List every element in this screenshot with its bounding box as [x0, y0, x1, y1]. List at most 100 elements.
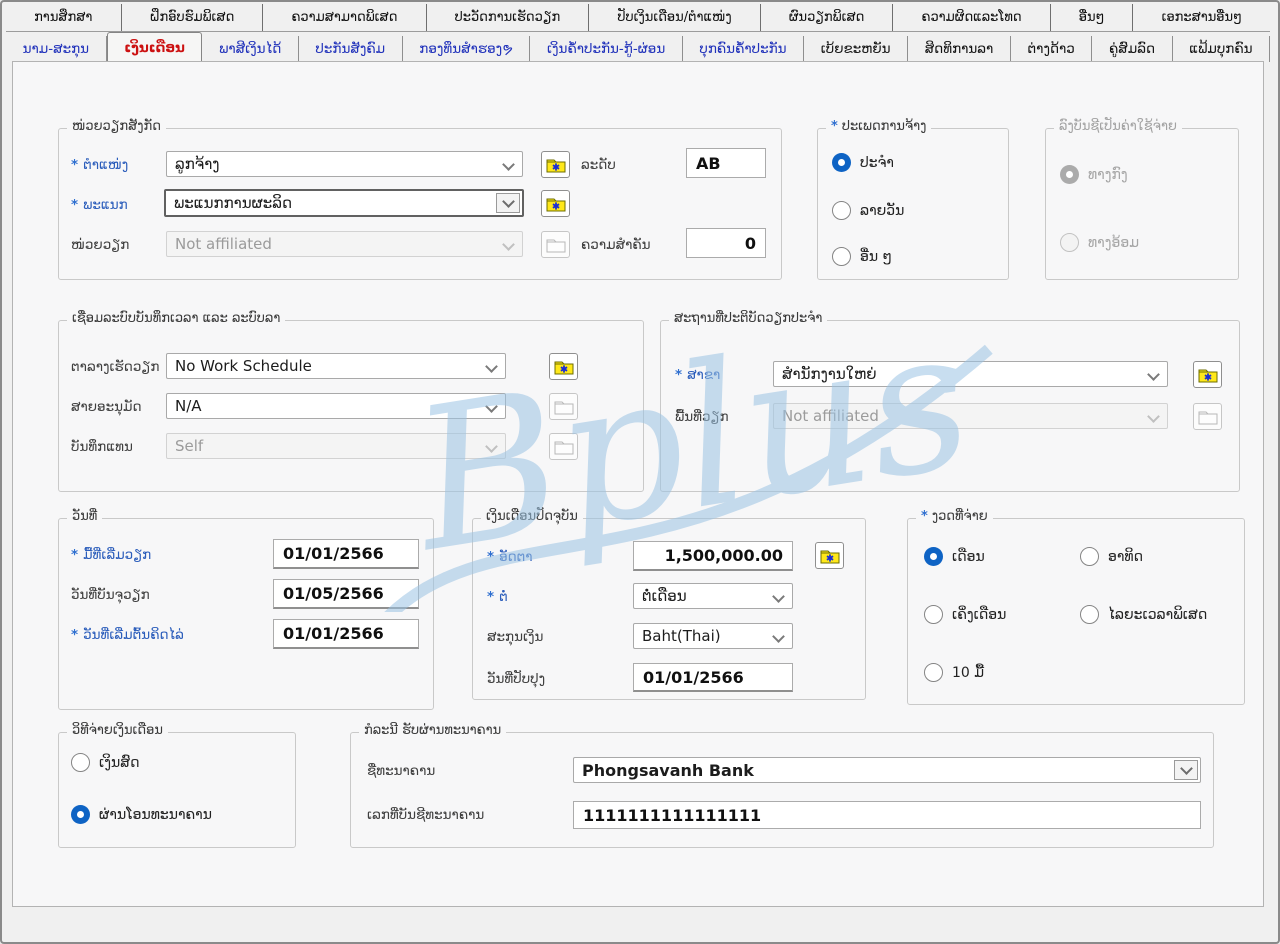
tab-income-tax[interactable]: ພາສີເງິນໄດ້ [202, 36, 298, 62]
tab-provident-fund[interactable]: ກອງທຶນສຳຮອງຯ [403, 36, 531, 62]
radio-weekly[interactable]: ອາທິດ [1080, 547, 1143, 566]
tab-diligence-allowance[interactable]: ເບ້ຍຂະຫຍັນ [804, 36, 908, 62]
menu-tab-special-abilities[interactable]: ຄວາມສາມາດພິເສດ [263, 4, 426, 31]
work-schedule-combobox[interactable]: No Work Schedule [166, 353, 506, 379]
radio-unselected-icon[interactable] [924, 605, 943, 624]
per-combobox[interactable]: ຕໍ່ເດືອນ [633, 583, 793, 609]
sub-tab-row: ນາມ-ສະກຸນ ເງິນເດືອນ ພາສີເງິນໄດ້ ປະກັນສັງ… [6, 32, 1270, 62]
work-area-label: ພື້ນທີ່ວຽກ [675, 409, 729, 425]
radio-other-type[interactable]: ອື່ນ ໆ [832, 247, 892, 266]
rate-label: *ອັດຕາ [487, 549, 533, 565]
menu-tab-education[interactable]: ການສຶກສາ [6, 4, 122, 31]
required-asterisk: * [921, 509, 928, 524]
tab-leave-rights[interactable]: ສິດທິການລາ [908, 36, 1011, 62]
updated-date-input[interactable]: 01/01/2566 [633, 663, 793, 692]
tab-guarantee-loan[interactable]: ເງິນຄ້ຳປະກັນ-ກູ້-ຜ່ອນ [530, 36, 682, 62]
folder-add-icon [820, 548, 840, 564]
radio-unselected-icon[interactable] [1080, 605, 1099, 624]
menu-tab-special-training[interactable]: ຝຶກອົບຮົມພິເສດ [122, 4, 264, 31]
branch-folder-add-button[interactable] [1193, 361, 1222, 388]
required-asterisk: * [71, 547, 78, 563]
radio-half-month[interactable]: ເຄິ່ງເດືອນ [924, 605, 1006, 624]
unit-combobox-disabled: Not affiliated [166, 231, 523, 257]
menu-tab-offenses-penalties[interactable]: ຄວາມຜິດແລະໂທດ [893, 4, 1050, 31]
radio-cash[interactable]: ເງິນສົດ [71, 753, 139, 772]
group-time-system-title: ເຊື່ອມລະບົບບັນທຶກເວລາ ແລະ ລະບົບລາ [67, 311, 285, 326]
position-label: *ຕຳແໜ່ງ [71, 157, 128, 173]
branch-label: *ສາຂາ [675, 367, 720, 383]
radio-bank-transfer[interactable]: ຜ່ານໂອນທະນາຄານ [71, 805, 212, 824]
position-combobox[interactable]: ລູກຈ້າງ [166, 151, 523, 177]
required-asterisk: * [831, 119, 838, 134]
radio-ten-days[interactable]: 10 ມື້ [924, 663, 984, 682]
tab-social-security[interactable]: ປະກັນສັງຄົມ [299, 36, 403, 62]
group-dates-title: ວັນທີ່ [67, 509, 102, 524]
radio-daily[interactable]: ລາຍວັນ [832, 201, 904, 220]
chevron-down-icon [1147, 410, 1160, 423]
department-combobox[interactable]: ພະແນກການຜະລິດ [164, 189, 524, 217]
radio-special-period[interactable]: ໄລຍະເວລາພິເສດ [1080, 605, 1207, 624]
calc-start-date-input[interactable]: 01/01/2566 [273, 619, 419, 649]
level-input[interactable]: AB [686, 148, 766, 178]
menu-tab-work-history[interactable]: ປະວັດການເຮັດວຽກ [427, 4, 590, 31]
group-expense-account: ລົງບັນຊີເປັນຄ່າໃຊ້ຈ່າຍ ທາງກົງ ທາງອ້ອມ [1045, 128, 1239, 280]
placement-date-input[interactable]: 01/05/2566 [273, 579, 419, 609]
tab-guarantor[interactable]: ບຸກຄົນຄ້ຳປະກັນ [683, 36, 804, 62]
start-date-label: *ມື້ທີ່ເລີ່ມວຽກ [71, 547, 151, 563]
menu-tab-other-documents[interactable]: ເອກະສານອື່ນໆ [1133, 4, 1270, 31]
branch-combobox[interactable]: ສຳນັກງານໃຫຍ່ [773, 361, 1168, 387]
radio-selected-icon[interactable] [71, 805, 90, 824]
tab-salary-active[interactable]: ເງິນເດືອນ [107, 32, 203, 62]
radio-unselected-icon[interactable] [1080, 547, 1099, 566]
work-schedule-folder-add-button[interactable] [549, 353, 578, 380]
work-area-combobox-disabled: Not affiliated [773, 403, 1168, 429]
radio-unselected-disabled-icon [1060, 233, 1079, 252]
menu-tab-others[interactable]: ອື່ນໆ [1051, 4, 1134, 31]
tab-name-surname[interactable]: ນາມ-ສະກຸນ [6, 36, 107, 62]
rate-folder-add-button[interactable] [815, 542, 844, 569]
menu-tab-special-achievements[interactable]: ຜົນວຽກພິເສດ [761, 4, 894, 31]
bank-account-input[interactable]: 1111111111111111 [573, 801, 1201, 829]
radio-permanent[interactable]: ປະຈຳ [832, 153, 894, 172]
radio-selected-icon[interactable] [832, 153, 851, 172]
group-unit-affiliation: ໜ່ວຍວຽກສັງກັດ *ຕຳແໜ່ງ ລູກຈ້າງ ລະດັບ AB *… [58, 128, 782, 280]
required-asterisk: * [71, 197, 78, 213]
required-asterisk: * [487, 549, 494, 565]
chevron-down-icon [772, 590, 785, 603]
chevron-down-icon [772, 630, 785, 643]
menu-tab-salary-adjustment[interactable]: ປັບເງິນເດືອນ/ຕຳແໜ່ງ [589, 4, 760, 31]
radio-monthly[interactable]: ເດືອນ [924, 547, 985, 566]
tab-spouse[interactable]: ຄູ່ສົມລົດ [1092, 36, 1172, 62]
radio-unselected-icon[interactable] [71, 753, 90, 772]
group-pay-period-title: *ງວດທີ່ຈ່າຍ [916, 509, 993, 524]
approval-line-combobox[interactable]: N/A [166, 393, 506, 419]
group-time-system: ເຊື່ອມລະບົບບັນທຶກເວລາ ແລະ ລະບົບລາ ຕາລາງເ… [58, 320, 644, 492]
start-date-input[interactable]: 01/01/2566 [273, 539, 419, 569]
currency-combobox[interactable]: Baht(Thai) [633, 623, 793, 649]
group-pay-method-title: ວິທີຈ່າຍເງິນເດືອນ [67, 723, 168, 738]
unit-folder-button-disabled [541, 231, 570, 258]
position-folder-add-button[interactable] [541, 151, 570, 178]
department-folder-add-button[interactable] [541, 190, 570, 217]
tab-personnel-file[interactable]: ແຟ້ມບຸກຄົນ [1173, 36, 1270, 62]
dropdown-button[interactable] [1174, 760, 1198, 780]
radio-selected-icon[interactable] [924, 547, 943, 566]
group-pay-period: *ງວດທີ່ຈ່າຍ ເດືອນ ອາທິດ ເຄິ່ງເດືອນ ໄລຍະເ… [907, 518, 1245, 705]
bank-name-combobox[interactable]: Phongsavanh Bank [573, 757, 1201, 783]
group-current-salary: ເງິນເດືອນປັດຈຸບັນ *ອັດຕາ 1,500,000.00 *ຕ… [472, 518, 866, 700]
folder-add-icon [546, 157, 566, 173]
required-asterisk: * [487, 589, 494, 605]
rate-input[interactable]: 1,500,000.00 [633, 541, 793, 571]
dropdown-button[interactable] [496, 193, 520, 213]
radio-unselected-icon[interactable] [832, 247, 851, 266]
level-label: ລະດັບ [581, 157, 616, 173]
department-label: *ພະແນກ [71, 197, 128, 213]
group-employment-type: *ປະເພດການຈ້າງ ປະຈຳ ລາຍວັນ ອື່ນ ໆ [817, 128, 1009, 280]
per-label: *ຕໍ່ [487, 589, 508, 605]
radio-unselected-icon[interactable] [832, 201, 851, 220]
tab-foreigner[interactable]: ຕ່າງດ້າວ [1011, 36, 1092, 62]
app-window: ການສຶກສາ ຝຶກອົບຮົມພິເສດ ຄວາມສາມາດພິເສດ ປ… [0, 0, 1280, 944]
radio-unselected-icon[interactable] [924, 663, 943, 682]
priority-input[interactable]: 0 [686, 228, 766, 258]
record-for-combobox-disabled: Self [166, 433, 506, 459]
